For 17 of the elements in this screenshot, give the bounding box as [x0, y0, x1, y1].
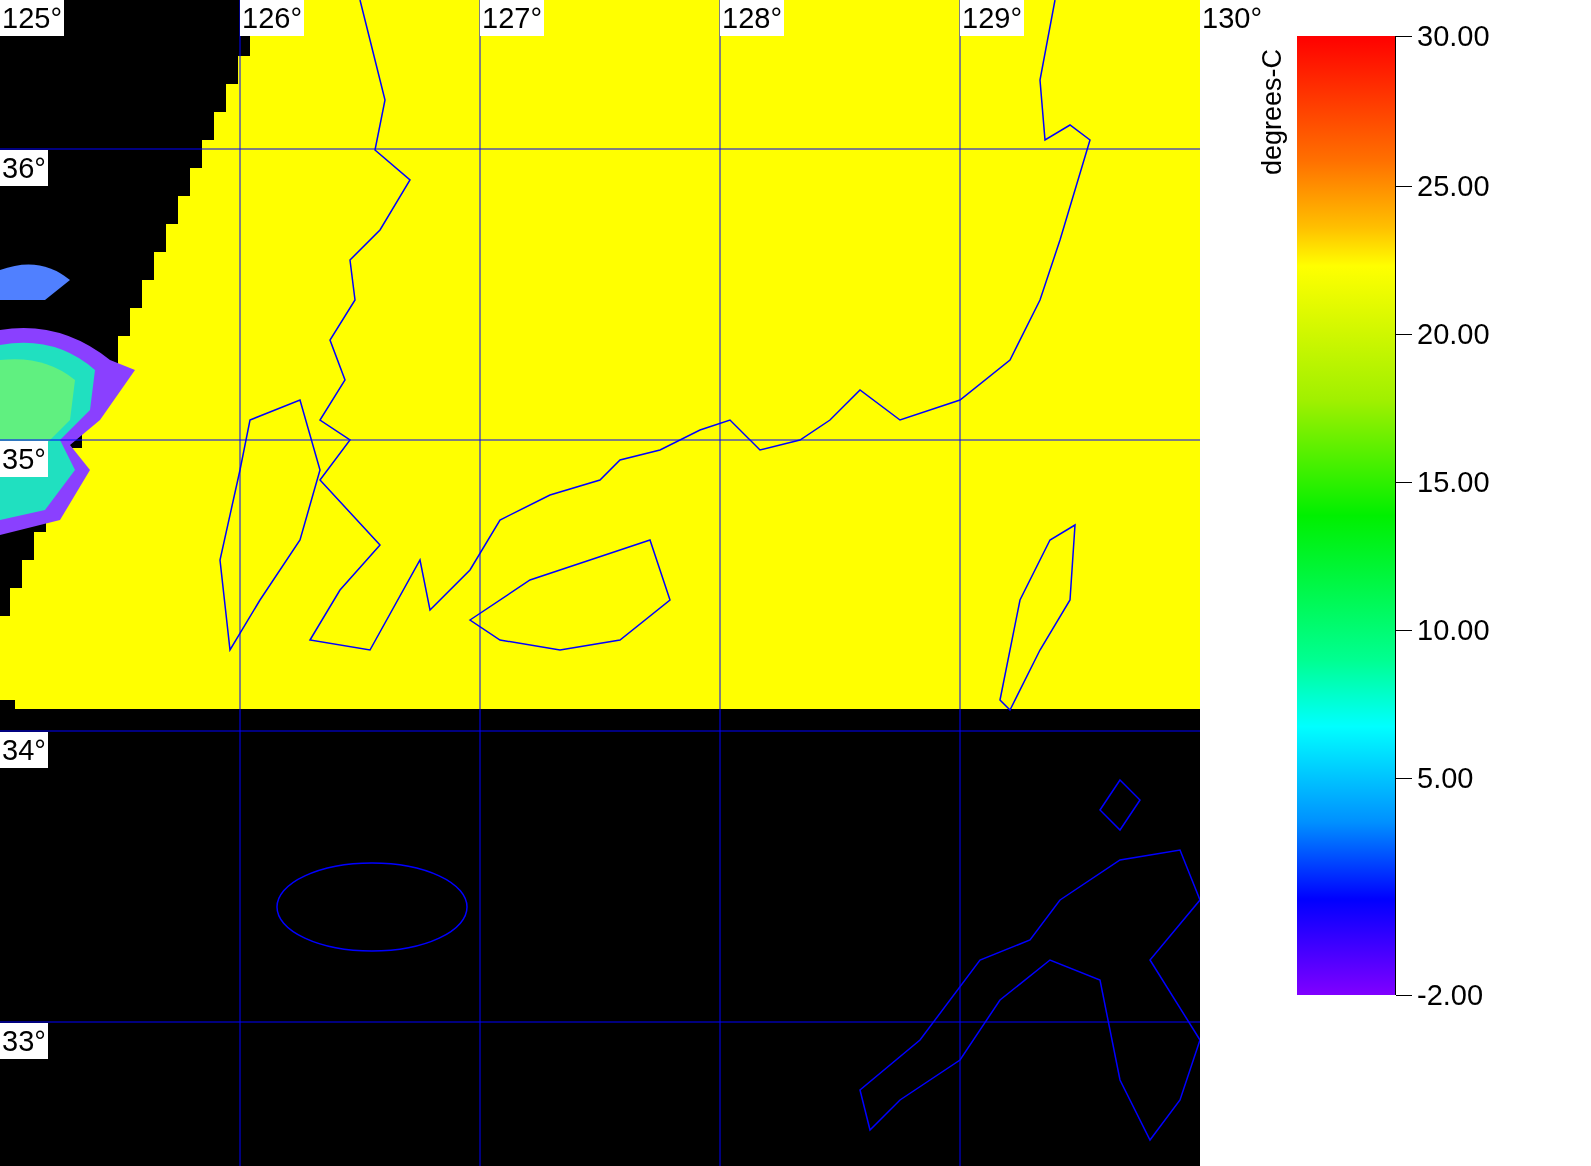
- scale-tick-label: 5.00: [1417, 762, 1474, 794]
- latitude-label: 34°: [0, 732, 48, 768]
- latitude-label: 36°: [0, 150, 48, 186]
- latitude-label: 33°: [0, 1023, 48, 1059]
- scale-tick-label: -2.00: [1417, 979, 1484, 1011]
- scale-tick-label: 15.00: [1417, 466, 1490, 498]
- scale-tick-label: 20.00: [1417, 318, 1490, 350]
- scale-tick-label: 30.00: [1417, 20, 1490, 52]
- scale-tick-label: 25.00: [1417, 170, 1490, 202]
- longitude-label: 128°: [720, 0, 784, 36]
- latitude-label: 35°: [0, 441, 48, 477]
- scale-tick-label: 10.00: [1417, 614, 1490, 646]
- longitude-label: 125°: [0, 0, 64, 36]
- unit-label: degrees-C: [1257, 48, 1287, 176]
- longitude-label: 129°: [960, 0, 1024, 36]
- longitude-label: 126°: [240, 0, 304, 36]
- longitude-label: 127°: [480, 0, 544, 36]
